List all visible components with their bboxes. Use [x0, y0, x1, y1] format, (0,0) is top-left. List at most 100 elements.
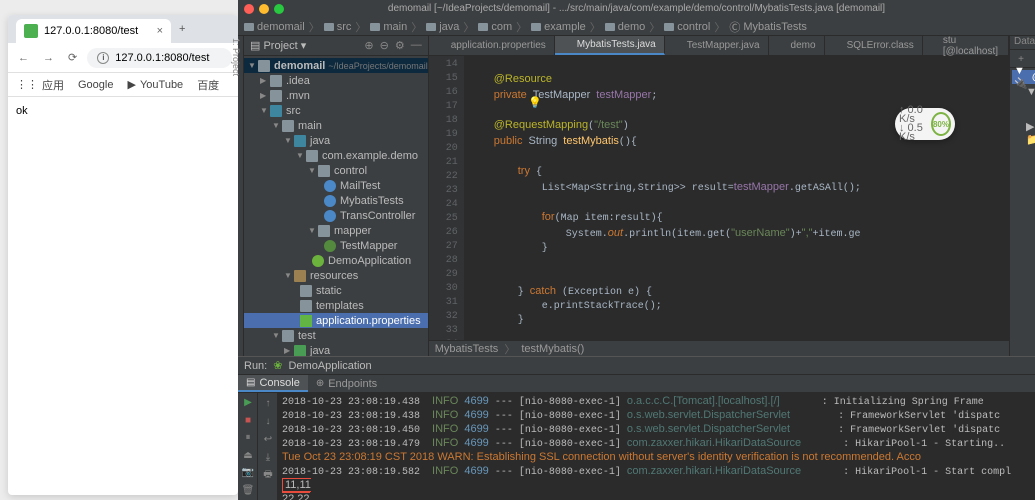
scroll-icon[interactable]: ⤓ — [260, 449, 276, 465]
maximize-icon[interactable] — [274, 4, 284, 14]
speed-indicator: ↑ 0.0 K/s↓ 0.5 K/s 80% — [895, 108, 955, 140]
run-header: Run: ❀ DemoApplication — [238, 357, 1035, 375]
collapse-icon[interactable]: ⊕ — [364, 39, 373, 52]
tree-item[interactable]: templates — [244, 298, 428, 313]
pause-icon[interactable]: ⏸ — [240, 430, 256, 446]
minimize-icon[interactable] — [259, 4, 269, 14]
tree-item[interactable]: static — [244, 283, 428, 298]
trash-icon[interactable]: 🗑 — [240, 483, 256, 499]
bc-item[interactable]: com — [478, 21, 512, 33]
editor-tab[interactable]: MybatisTests.java — [555, 36, 665, 55]
tree-item[interactable]: TransController — [244, 208, 428, 223]
tree-item[interactable]: ▶java — [244, 343, 428, 356]
site-info-icon[interactable]: i — [97, 52, 109, 64]
code-content[interactable]: @Resource private TestMapper testMapper;… — [464, 56, 1009, 340]
tree-item[interactable]: ▼main — [244, 118, 428, 133]
tree-item[interactable]: TestMapper — [244, 238, 428, 253]
dump-icon[interactable]: 📷 — [240, 465, 256, 481]
crumb-method[interactable]: testMybatis() — [521, 343, 584, 355]
tree-item[interactable]: MybatisTests — [244, 193, 428, 208]
baidu-bookmark[interactable]: 百度 — [197, 77, 219, 93]
tree-item[interactable]: ▶.mvn — [244, 88, 428, 103]
tree-item[interactable]: ▼com.example.demo — [244, 148, 428, 163]
speed-circle: 80% — [931, 112, 951, 136]
editor-tab[interactable]: application.properties — [429, 36, 555, 55]
browser-window: 127.0.0.1:8080/test × + ← → ⟳ i 127.0.0.… — [8, 15, 238, 495]
tree-item[interactable]: ▼src — [244, 103, 428, 118]
tree-item[interactable]: ▼test — [244, 328, 428, 343]
youtube-bookmark[interactable]: ▶ YouTube — [127, 78, 183, 91]
breadcrumb: demomail〉 src〉 main〉 java〉 com〉 example〉… — [238, 18, 1035, 36]
wrap-icon[interactable]: ↩ — [260, 431, 276, 447]
google-bookmark[interactable]: Google — [78, 79, 113, 91]
browser-toolbar: ← → ⟳ i 127.0.0.1:8080/test — [8, 43, 238, 73]
tree-item[interactable]: ▼java — [244, 133, 428, 148]
gear-icon[interactable]: ⚙ — [395, 39, 405, 52]
bc-item[interactable]: example — [531, 21, 586, 33]
tree-item[interactable]: ▶.idea — [244, 73, 428, 88]
code-editor[interactable]: 14 15 16 17 18 19 20 21 22 23 24 25 26 2… — [429, 56, 1009, 340]
print-icon[interactable]: 🖶 — [260, 467, 276, 483]
run-config[interactable]: DemoApplication — [288, 360, 371, 372]
project-header: ▤ Project ▾ ⊕ ⊖ ⚙ — — [244, 36, 428, 56]
new-tab-button[interactable]: + — [171, 19, 193, 39]
tree-root[interactable]: ▼demomail ~/IdeaProjects/demomail — [244, 58, 428, 73]
close-icon[interactable] — [244, 4, 254, 14]
reload-button[interactable]: ⟳ — [64, 49, 81, 66]
bc-item[interactable]: src — [324, 21, 352, 33]
exit-icon[interactable]: ⏏ — [240, 448, 256, 464]
intention-bulb-icon[interactable]: 💡 — [528, 96, 540, 108]
tree-item[interactable]: ▼mapper — [244, 223, 428, 238]
bookmarks-bar: ⋮⋮ 应用 Google ▶ YouTube 百度 — [8, 73, 238, 97]
editor-tabs: application.propertiesMybatisTests.javaT… — [429, 36, 1009, 56]
down-icon[interactable]: ↓ — [260, 413, 276, 429]
bc-root[interactable]: demomail — [244, 21, 305, 33]
project-dropdown[interactable]: ▤ Project ▾ — [250, 39, 306, 52]
forward-button[interactable]: → — [39, 50, 58, 66]
bc-item[interactable]: java — [426, 21, 459, 33]
bc-item[interactable]: control — [664, 21, 710, 33]
stop-icon[interactable]: ■ — [240, 413, 256, 429]
editor-tab[interactable]: TestMapper.java — [665, 36, 769, 55]
back-button[interactable]: ← — [14, 50, 33, 66]
project-tree[interactable]: ▼demomail ~/IdeaProjects/demomail ▶.idea… — [244, 56, 428, 356]
run-tabs: ▤ Console ⊕ Endpoints — [238, 375, 1035, 393]
db-header: Database — [1010, 36, 1035, 50]
crumb-class[interactable]: MybatisTests — [435, 343, 499, 355]
gutter: 14 15 16 17 18 19 20 21 22 23 24 25 26 2… — [429, 56, 464, 340]
editor-area: application.propertiesMybatisTests.javaT… — [429, 36, 1009, 356]
db-schema[interactable]: ▼ 🗄 test — [1012, 98, 1035, 112]
tree-item[interactable]: MailTest — [244, 178, 428, 193]
editor-tab[interactable]: stu [@localhost] — [923, 36, 1009, 55]
bc-file[interactable]: ⒸMybatisTests — [729, 19, 807, 35]
target-icon[interactable]: ⊖ — [380, 39, 389, 52]
code-breadcrumb: MybatisTests 〉 testMybatis() — [429, 340, 1009, 356]
rerun-icon[interactable]: ▶ — [240, 395, 256, 411]
bc-item[interactable]: main — [370, 21, 407, 33]
endpoints-tab[interactable]: ⊕ Endpoints — [308, 375, 385, 392]
console-output[interactable]: 2018-10-23 23:08:19.438 INFO 4699 --- [n… — [278, 393, 1035, 500]
tree-item[interactable]: ▼resources — [244, 268, 428, 283]
run-tools-left: ▶ ■ ⏸ ⏏ 📷 🗑 — [238, 393, 258, 500]
tree-item[interactable]: ▼control — [244, 163, 428, 178]
editor-tab[interactable]: demo — [769, 36, 825, 55]
up-icon[interactable]: ↑ — [260, 395, 276, 411]
tree-item[interactable]: DemoApplication — [244, 253, 428, 268]
db-tree[interactable]: ▼ 🔌 @localhost 1 of 6 ▼ 📁 schemas 1 ▼ 🗄 … — [1010, 68, 1035, 142]
tree-item-selected[interactable]: application.properties — [244, 313, 428, 328]
database-panel: Database + ⟳ ■ ▦ ⋮ ▼ 🔌 @localhost 1 of 6… — [1009, 36, 1035, 356]
url-text: 127.0.0.1:8080/test — [115, 52, 209, 64]
db-connection[interactable]: ▼ 🔌 @localhost 1 of 6 — [1012, 70, 1035, 84]
tab-close-icon[interactable]: × — [157, 25, 163, 37]
browser-tab[interactable]: 127.0.0.1:8080/test × — [16, 19, 171, 43]
bc-item[interactable]: demo — [605, 21, 646, 33]
console-tab[interactable]: ▤ Console — [238, 375, 308, 392]
window-title: demomail [~/IdeaProjects/demomail] - ...… — [238, 0, 1035, 18]
db-collations[interactable]: ▶ 📁 collations 270 — [1012, 126, 1035, 140]
spring-icon: ❀ — [273, 359, 282, 372]
hide-icon[interactable]: — — [411, 39, 422, 52]
address-bar[interactable]: i 127.0.0.1:8080/test — [87, 48, 232, 68]
apps-bookmark[interactable]: ⋮⋮ 应用 — [16, 77, 64, 93]
speed-text: ↑ 0.0 K/s↓ 0.5 K/s — [899, 106, 927, 142]
editor-tab[interactable]: SQLError.class — [825, 36, 923, 55]
